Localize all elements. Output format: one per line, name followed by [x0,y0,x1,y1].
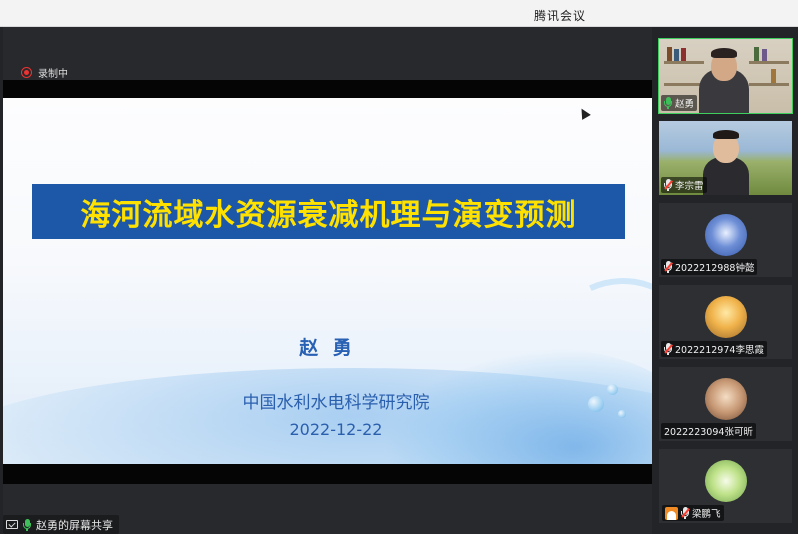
window-titlebar: 腾讯会议 [0,0,798,27]
participant-name-tag: 赵勇 [661,95,698,111]
participant-name: 2022212988钟懿 [675,263,755,274]
avatar [705,296,747,338]
letterbox-top [3,80,652,98]
participant-name-tag: 李宗雷 [661,177,707,193]
record-icon [21,67,32,78]
mic-muted-icon [664,343,672,355]
screen-share-icon [6,520,18,529]
participant-tile[interactable]: 梁鹏飞 [659,449,792,523]
avatar [705,378,747,420]
user-badge-icon [665,506,678,520]
screen-share-label: 赵勇的屏幕共享 [36,518,113,532]
recording-indicator[interactable]: 录制中 [21,65,68,80]
mic-muted-icon [681,507,689,519]
slide-presenter: 赵 勇 [299,337,356,359]
participant-name-tag: 梁鹏飞 [662,505,724,521]
participant-name: 2022223094张可昕 [664,427,753,438]
slide-title: 海河流域水资源衰减机理与演变预测 [80,197,577,233]
participant-name: 2022212974李思霞 [675,345,764,356]
shared-slide: 海河流域水资源衰减机理与演变预测 赵 勇 中国水利水电科学研究院 2022-12… [3,98,652,464]
mic-muted-icon [664,179,672,191]
mic-icon [664,97,672,109]
avatar [705,460,747,502]
letterbox-bottom [3,464,652,484]
participant-name: 李宗雷 [675,181,704,192]
mouse-cursor-icon [577,106,591,120]
slide-title-banner: 海河流域水资源衰减机理与演变预测 [32,184,625,239]
participant-tile[interactable]: 2022212988钟懿 [659,203,792,277]
participant-name: 梁鹏飞 [692,509,721,520]
participant-tile[interactable]: 2022212974李思霞 [659,285,792,359]
participant-name-tag: 2022212974李思霞 [661,341,767,357]
participant-name-tag: 2022212988钟懿 [661,259,758,275]
participant-tile[interactable]: 李宗雷 [659,121,792,195]
slide-institute: 中国水利水电科学研究院 [242,393,430,413]
participant-name: 赵勇 [675,99,695,110]
participant-name-tag: 2022223094张可昕 [661,423,756,439]
avatar [705,214,747,256]
mic-icon [23,518,31,531]
participant-tile[interactable]: 赵勇 [658,38,793,114]
window-title: 腾讯会议 [533,9,586,23]
screen-share-status[interactable]: 赵勇的屏幕共享 [3,515,119,534]
slide-date: 2022-12-22 [289,420,383,439]
participant-panel: 赵勇 李宗雷 2022212988钟懿 2022212974李思霞 202222… [652,27,798,534]
mic-muted-icon [664,261,672,273]
recording-label: 录制中 [38,69,68,80]
participant-tile[interactable]: 2022223094张可昕 [659,367,792,441]
